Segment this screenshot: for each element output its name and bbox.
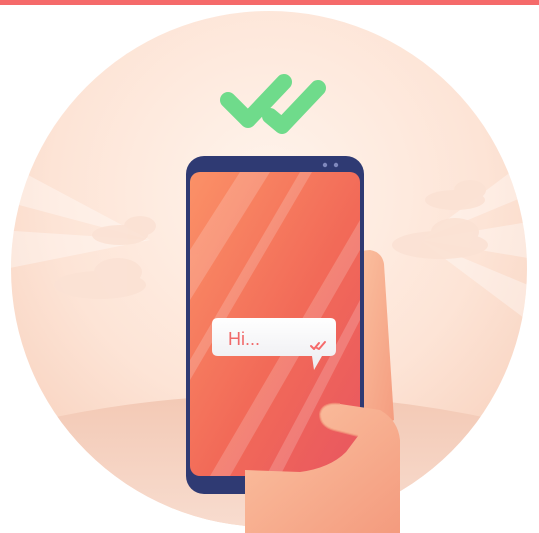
illustration: Hi... [0, 0, 539, 533]
message-text: Hi... [228, 329, 260, 349]
scene-svg: Hi... [11, 11, 527, 533]
